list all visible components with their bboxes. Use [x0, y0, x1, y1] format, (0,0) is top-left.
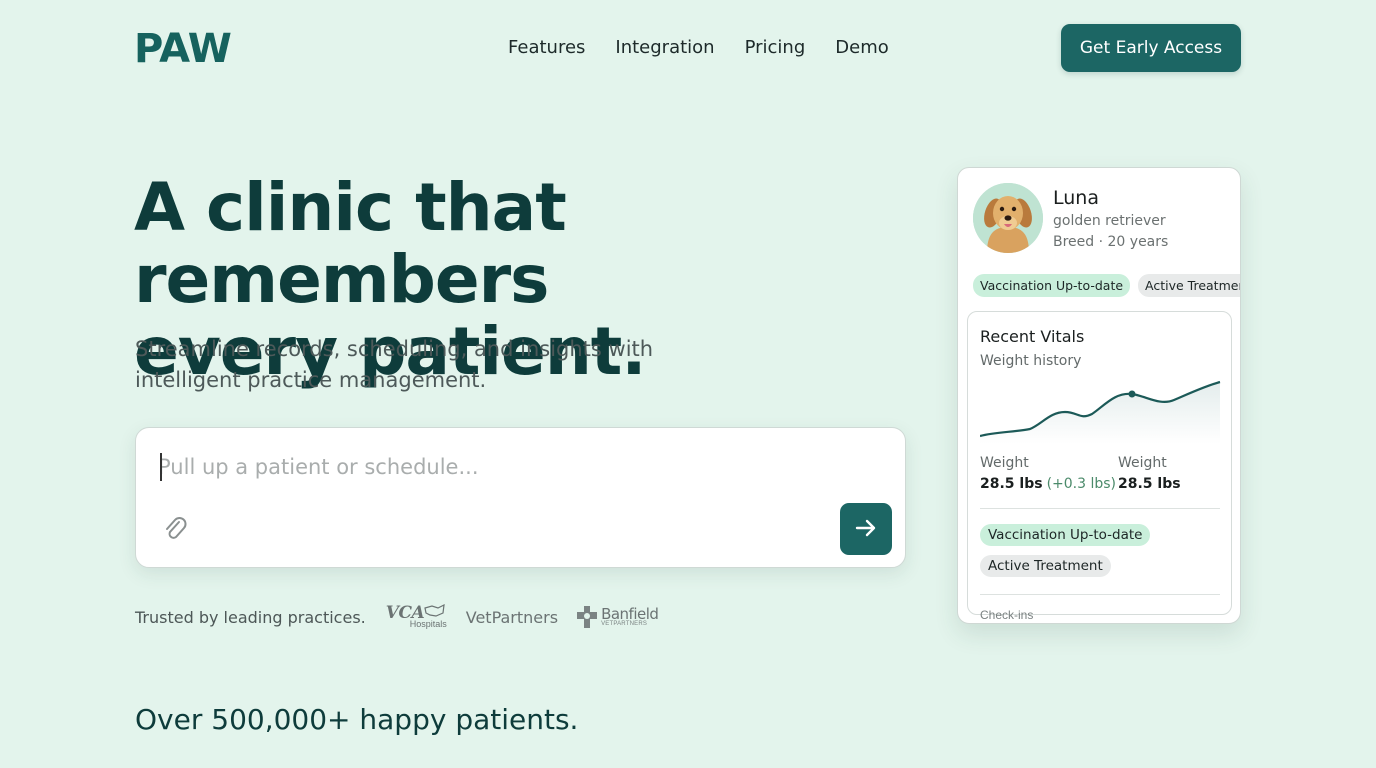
text-caret [160, 453, 162, 481]
get-early-access-button[interactable]: Get Early Access [1061, 24, 1241, 72]
banfield-cross-icon [577, 606, 598, 628]
vitals-active-treatment-tag: Active Treatment [980, 555, 1111, 577]
search-submit-button[interactable] [840, 503, 892, 555]
weight-value-1: 28.5 lbs (+0.3 lbs) [980, 476, 1116, 492]
vitals-divider-2 [980, 594, 1220, 595]
vitals-vaccination-tag: Vaccination Up-to-date [980, 524, 1151, 546]
patient-search-input[interactable] [158, 450, 838, 484]
trusted-label: Trusted by leading practices. [135, 607, 366, 627]
weight-label-2: Weight [1118, 455, 1167, 471]
headline-line-1: A clinic that remembers [134, 169, 567, 318]
vitals-subtitle: Weight history [980, 353, 1082, 369]
pet-name: Luna [1053, 187, 1099, 209]
weight-value-2: 28.5 lbs [1118, 476, 1181, 492]
weight-value-1-text: 28.5 lbs [980, 476, 1043, 492]
vaccination-tag: Vaccination Up-to-date [973, 274, 1131, 297]
pet-breed: golden retriever [1053, 213, 1166, 229]
vca-hospitals-logo: VCA Hospitals [385, 603, 447, 629]
vetpartners-logo: VetPartners [465, 607, 559, 627]
nav-demo[interactable]: Demo [835, 37, 888, 58]
nav-features[interactable]: Features [508, 37, 585, 58]
nav-integration[interactable]: Integration [615, 37, 714, 58]
patient-card[interactable]: Luna golden retriever Breed · 20 years V… [957, 167, 1241, 624]
hero-subhead: Streamline records, scheduling, and insi… [135, 337, 654, 392]
clipped-section-label: Check-ins [980, 608, 1034, 622]
active-treatment-tag: Active Treatment [1138, 274, 1240, 297]
weight-label-1: Weight [980, 455, 1029, 471]
paw-logo[interactable]: PAW [134, 26, 232, 72]
landing-page: PAW Features Integration Pricing Demo Ge… [0, 0, 1376, 768]
main-nav: Features Integration Pricing Demo [508, 37, 889, 58]
recent-vitals-panel: Recent Vitals Weight history Weight 28.5… [967, 311, 1232, 622]
weight-delta: (+0.3 lbs) [1046, 476, 1117, 492]
dog-avatar [973, 183, 1043, 253]
weight-point[interactable] [1128, 390, 1136, 398]
patient-tags: Vaccination Up-to-date Active Treatment [973, 274, 1240, 297]
nav-pricing[interactable]: Pricing [745, 37, 806, 58]
vitals-divider [980, 508, 1220, 509]
vitals-title: Recent Vitals [980, 327, 1085, 346]
trusted-by-row: Trusted by leading practices. VCA Hospit… [135, 603, 659, 630]
pet-age: Breed · 20 years [1053, 234, 1169, 250]
arrow-right-icon [853, 515, 879, 544]
happy-patients-stat: Over 500,000+ happy patients. [135, 703, 579, 736]
patient-search-box [135, 427, 906, 568]
weight-history-chart [980, 380, 1221, 444]
paperclip-icon[interactable] [160, 514, 190, 544]
banfield-logo: Banfield VETPARTNERS [576, 605, 659, 629]
